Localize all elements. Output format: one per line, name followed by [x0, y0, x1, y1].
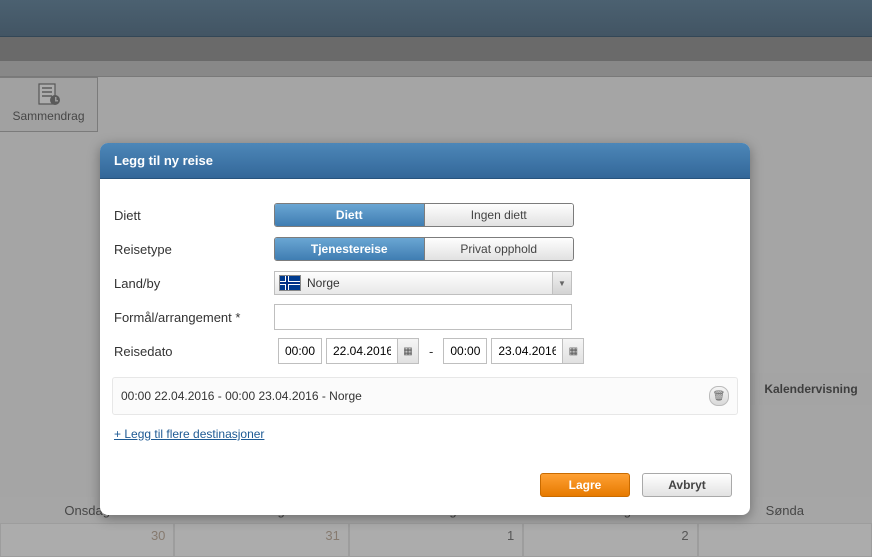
label-reisedato: Reisedato — [114, 344, 274, 359]
label-formal: Formål/arrangement * — [114, 310, 274, 325]
purpose-input[interactable] — [274, 304, 572, 330]
label-land: Land/by — [114, 276, 274, 291]
trip-summary-text: 00:00 22.04.2016 - 00:00 23.04.2016 - No… — [121, 389, 362, 403]
diett-toggle[interactable]: Diett Ingen diett — [274, 203, 574, 227]
from-time-input[interactable] — [278, 338, 322, 364]
calendar-icon[interactable]: ▦ — [397, 339, 418, 363]
save-button[interactable]: Lagre — [540, 473, 630, 497]
to-time-input[interactable] — [443, 338, 487, 364]
calendar-icon[interactable]: ▦ — [562, 339, 583, 363]
to-date-field[interactable] — [492, 339, 562, 363]
label-diett: Diett — [114, 208, 274, 223]
add-trip-dialog: Legg til ny reise Diett Diett Ingen diet… — [100, 143, 750, 515]
date-separator: - — [423, 344, 439, 359]
trash-icon[interactable]: 🗑 — [709, 386, 729, 406]
reisetype-toggle[interactable]: Tjenestereise Privat opphold — [274, 237, 574, 261]
diett-on[interactable]: Diett — [275, 204, 425, 226]
trip-summary-row: 00:00 22.04.2016 - 00:00 23.04.2016 - No… — [112, 377, 738, 415]
reisetype-off[interactable]: Privat opphold — [425, 238, 574, 260]
reisetype-on[interactable]: Tjenestereise — [275, 238, 425, 260]
cancel-button[interactable]: Avbryt — [642, 473, 732, 497]
country-select[interactable]: Norge ▼ — [274, 271, 572, 295]
dialog-buttons: Lagre Avbryt — [100, 459, 750, 515]
dialog-title: Legg til ny reise — [100, 143, 750, 179]
norway-flag-icon — [279, 275, 301, 291]
from-date-field[interactable] — [327, 339, 397, 363]
chevron-down-icon[interactable]: ▼ — [552, 272, 571, 294]
diett-off[interactable]: Ingen diett — [425, 204, 574, 226]
label-reisetype: Reisetype — [114, 242, 274, 257]
country-name: Norge — [307, 276, 340, 290]
to-date-input[interactable]: ▦ — [491, 338, 584, 364]
add-destination-link[interactable]: + Legg til flere destinasjoner — [114, 427, 264, 441]
from-date-input[interactable]: ▦ — [326, 338, 419, 364]
